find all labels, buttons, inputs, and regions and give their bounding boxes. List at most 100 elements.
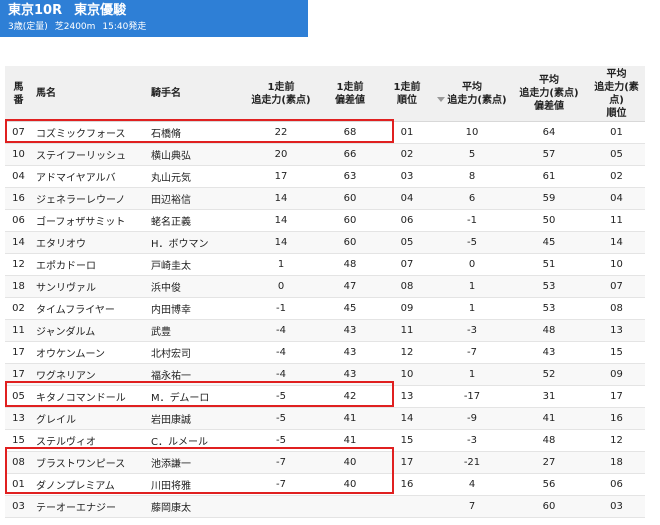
cell-avg-power: 10 <box>434 121 510 144</box>
cell-avg-deviation: 59 <box>510 187 588 210</box>
cell-prev-deviation: 60 <box>320 187 380 210</box>
table-row: 06 ゴーフォザサミット 蛯名正義 14 60 06 -1 50 11 <box>5 209 645 232</box>
sort-desc-icon <box>437 97 446 102</box>
table-row: 14 エタリオウ H．ボウマン 14 60 05 -5 45 14 <box>5 231 645 254</box>
cell-prev-rank: 06 <box>380 209 434 232</box>
cell-prev-rank: 12 <box>380 341 434 364</box>
cell-avg-power: -3 <box>434 319 510 342</box>
race-info: 3歳(定量) 芝2400m 15:40発走 <box>8 21 308 34</box>
table-row: 01 ダノンプレミアム 川田将雅 -7 40 16 4 56 06 <box>5 473 645 496</box>
cell-avg-rank: 03 <box>588 495 645 518</box>
cell-avg-power: 4 <box>434 473 510 496</box>
table-row: 18 サンリヴァル 浜中俊 0 47 08 1 53 07 <box>5 275 645 298</box>
cell-avg-power: 5 <box>434 143 510 166</box>
cell-jockey: 横山典弘 <box>147 143 242 166</box>
cell-umaban: 07 <box>5 121 32 144</box>
cell-avg-power: -5 <box>434 231 510 254</box>
cell-horse-name: ゴーフォザサミット <box>32 209 147 232</box>
cell-prev-deviation: 43 <box>320 319 380 342</box>
cell-jockey: 丸山元気 <box>147 165 242 188</box>
cell-avg-power: -21 <box>434 451 510 474</box>
cell-avg-deviation: 48 <box>510 319 588 342</box>
cell-prev-deviation: 60 <box>320 231 380 254</box>
cell-horse-name: エタリオウ <box>32 231 147 254</box>
header-prev-deviation[interactable]: 1走前 偏差値 <box>320 66 380 122</box>
table-row: 16 ジェネラーレウーノ 田辺裕信 14 60 04 6 59 04 <box>5 187 645 210</box>
cell-avg-rank: 14 <box>588 231 645 254</box>
table-row: 08 ブラストワンピース 池添謙一 -7 40 17 -21 27 18 <box>5 451 645 474</box>
cell-horse-name: エポカドーロ <box>32 253 147 276</box>
cell-jockey: 川田将雅 <box>147 473 242 496</box>
header-avg-power[interactable]: 平均 追走力(素点) <box>434 66 510 122</box>
header-umaban[interactable]: 馬番 <box>5 66 32 122</box>
cell-umaban: 06 <box>5 209 32 232</box>
header-prev-rank[interactable]: 1走前 順位 <box>380 66 434 122</box>
cell-prev-deviation: 42 <box>320 385 380 408</box>
cell-umaban: 04 <box>5 165 32 188</box>
header-jockey[interactable]: 騎手名 <box>147 66 242 122</box>
cell-prev-rank: 13 <box>380 385 434 408</box>
cell-prev-power: 0 <box>242 275 320 298</box>
cell-prev-rank: 15 <box>380 429 434 452</box>
cell-jockey: 石橋脩 <box>147 121 242 144</box>
race-header: 東京10R 東京優駿 3歳(定量) 芝2400m 15:40発走 <box>0 0 308 37</box>
cell-prev-power: 22 <box>242 121 320 144</box>
header-prev-power[interactable]: 1走前 追走力(素点) <box>242 66 320 122</box>
cell-umaban: 13 <box>5 407 32 430</box>
cell-jockey: 北村宏司 <box>147 341 242 364</box>
cell-prev-deviation <box>320 495 380 518</box>
cell-jockey: 浜中俊 <box>147 275 242 298</box>
race-start-time: 15:40発走 <box>102 22 147 32</box>
cell-avg-deviation: 56 <box>510 473 588 496</box>
cell-umaban: 17 <box>5 341 32 364</box>
cell-prev-power: 14 <box>242 209 320 232</box>
cell-prev-power: -5 <box>242 385 320 408</box>
header-avg-rank[interactable]: 平均 追走力(素点) 順位 <box>588 66 645 122</box>
cell-prev-power: 20 <box>242 143 320 166</box>
cell-prev-deviation: 43 <box>320 363 380 386</box>
cell-horse-name: ステルヴィオ <box>32 429 147 452</box>
cell-prev-deviation: 68 <box>320 121 380 144</box>
cell-prev-rank: 11 <box>380 319 434 342</box>
cell-prev-rank: 17 <box>380 451 434 474</box>
cell-jockey: 福永祐一 <box>147 363 242 386</box>
header-avg-deviation[interactable]: 平均 追走力(素点) 偏差値 <box>510 66 588 122</box>
cell-prev-power: -4 <box>242 341 320 364</box>
table-row: 04 アドマイヤアルバ 丸山元気 17 63 03 8 61 02 <box>5 165 645 188</box>
cell-avg-power: -17 <box>434 385 510 408</box>
cell-prev-deviation: 66 <box>320 143 380 166</box>
cell-prev-rank: 08 <box>380 275 434 298</box>
cell-jockey: 藤岡康太 <box>147 495 242 518</box>
cell-horse-name: コズミックフォース <box>32 121 147 144</box>
cell-prev-deviation: 43 <box>320 341 380 364</box>
header-horse-name[interactable]: 馬名 <box>32 66 147 122</box>
table-row: 02 タイムフライヤー 内田博幸 -1 45 09 1 53 08 <box>5 297 645 320</box>
cell-horse-name: ダノンプレミアム <box>32 473 147 496</box>
cell-jockey: 武豊 <box>147 319 242 342</box>
cell-prev-rank <box>380 495 434 518</box>
cell-prev-rank: 04 <box>380 187 434 210</box>
cell-umaban: 11 <box>5 319 32 342</box>
cell-avg-rank: 13 <box>588 319 645 342</box>
cell-avg-power: 6 <box>434 187 510 210</box>
cell-horse-name: ワグネリアン <box>32 363 147 386</box>
cell-prev-power: -7 <box>242 451 320 474</box>
cell-avg-deviation: 31 <box>510 385 588 408</box>
cell-avg-rank: 06 <box>588 473 645 496</box>
cell-prev-deviation: 45 <box>320 297 380 320</box>
cell-umaban: 08 <box>5 451 32 474</box>
cell-prev-deviation: 48 <box>320 253 380 276</box>
cell-avg-deviation: 27 <box>510 451 588 474</box>
cell-avg-rank: 15 <box>588 341 645 364</box>
table-row: 05 キタノコマンドール M．デムーロ -5 42 13 -17 31 17 <box>5 385 645 408</box>
cell-avg-deviation: 53 <box>510 297 588 320</box>
cell-avg-deviation: 45 <box>510 231 588 254</box>
cell-prev-rank: 14 <box>380 407 434 430</box>
cell-umaban: 16 <box>5 187 32 210</box>
cell-avg-rank: 01 <box>588 121 645 144</box>
cell-avg-power: 0 <box>434 253 510 276</box>
cell-horse-name: ジェネラーレウーノ <box>32 187 147 210</box>
cell-prev-power: -5 <box>242 407 320 430</box>
race-condition: 3歳(定量) <box>8 22 48 32</box>
cell-jockey: M．デムーロ <box>147 385 242 408</box>
